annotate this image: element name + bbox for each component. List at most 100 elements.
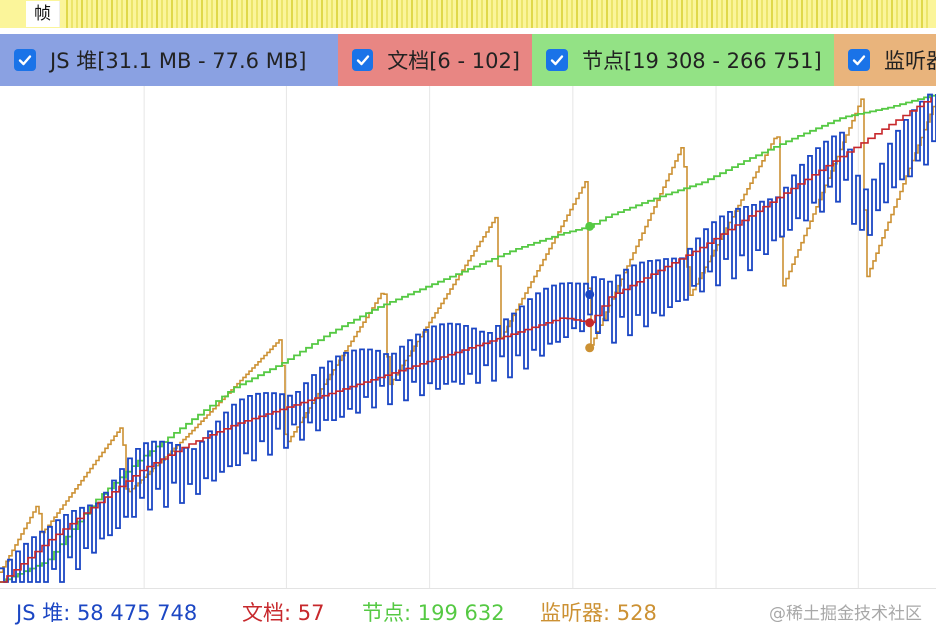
- frame-tick: [651, 0, 653, 28]
- frame-tick: [426, 0, 428, 28]
- frame-tick: [676, 0, 678, 28]
- frame-tick: [916, 0, 918, 28]
- frame-tick: [786, 0, 788, 28]
- frame-tick: [911, 0, 913, 28]
- frame-tick: [221, 0, 223, 28]
- frame-tick: [856, 0, 858, 28]
- frame-tick: [436, 0, 438, 28]
- frame-tick: [271, 0, 273, 28]
- frame-tick: [286, 0, 288, 28]
- frame-tick: [846, 0, 848, 28]
- documents-checkbox[interactable]: [352, 49, 374, 71]
- frame-tick: [781, 0, 783, 28]
- frame-tick: [191, 0, 193, 28]
- frame-tick: [341, 0, 343, 28]
- frame-tick: [111, 0, 113, 28]
- frame-tick: [181, 0, 183, 28]
- frame-tick: [586, 0, 588, 28]
- frame-tick: [521, 0, 523, 28]
- frame-tick: [276, 0, 278, 28]
- frame-tick: [826, 0, 828, 28]
- frames-track[interactable]: 帧: [0, 0, 936, 28]
- js-heap-checkbox[interactable]: [14, 49, 36, 71]
- readout-listeners: 监听器: 528: [540, 601, 657, 625]
- frame-tick: [851, 0, 853, 28]
- legend-item-listeners[interactable]: 监听器: [834, 34, 936, 86]
- frame-tick: [96, 0, 98, 28]
- memory-chart[interactable]: [0, 86, 936, 588]
- frame-tick: [741, 0, 743, 28]
- frame-tick: [886, 0, 888, 28]
- frame-tick: [311, 0, 313, 28]
- frame-tick: [926, 0, 928, 28]
- watermark: @稀土掘金技术社区: [769, 604, 922, 624]
- frame-tick: [616, 0, 618, 28]
- frame-tick: [306, 0, 308, 28]
- frame-tick: [326, 0, 328, 28]
- frame-tick: [641, 0, 643, 28]
- frame-tick: [756, 0, 758, 28]
- legend-item-documents[interactable]: 文档[6 - 102]: [338, 34, 532, 86]
- frame-tick: [161, 0, 163, 28]
- frame-tick: [771, 0, 773, 28]
- frame-tick: [871, 0, 873, 28]
- frame-tick: [116, 0, 118, 28]
- series-documents-line: [0, 97, 932, 583]
- frame-tick: [831, 0, 833, 28]
- frame-tick: [691, 0, 693, 28]
- frame-tick: [726, 0, 728, 28]
- frame-tick: [476, 0, 478, 28]
- frame-tick: [196, 0, 198, 28]
- frame-tick: [121, 0, 123, 28]
- frame-tick: [401, 0, 403, 28]
- legend-label-listeners: 监听器: [884, 49, 936, 73]
- listeners-checkbox[interactable]: [848, 49, 870, 71]
- frame-tick: [666, 0, 668, 28]
- frame-tick: [106, 0, 108, 28]
- frame-tick: [451, 0, 453, 28]
- frame-tick: [906, 0, 908, 28]
- frame-tick: [556, 0, 558, 28]
- nodes-checkbox[interactable]: [546, 49, 568, 71]
- frame-tick: [656, 0, 658, 28]
- frame-tick: [701, 0, 703, 28]
- frame-tick: [421, 0, 423, 28]
- frame-tick: [526, 0, 528, 28]
- frame-tick: [296, 0, 298, 28]
- frame-tick: [896, 0, 898, 28]
- frames-ticks: [66, 0, 928, 28]
- frame-tick: [156, 0, 158, 28]
- frame-tick: [376, 0, 378, 28]
- frame-tick: [791, 0, 793, 28]
- frame-tick: [841, 0, 843, 28]
- frame-tick: [216, 0, 218, 28]
- legend-label-js-heap: JS 堆[31.1 MB - 77.6 MB]: [50, 49, 307, 73]
- frame-tick: [506, 0, 508, 28]
- frame-tick: [901, 0, 903, 28]
- legend-label-nodes: 节点[19 308 - 266 751]: [582, 49, 822, 73]
- frame-tick: [356, 0, 358, 28]
- frame-tick: [606, 0, 608, 28]
- checkmark-icon: [356, 55, 369, 66]
- frame-tick: [636, 0, 638, 28]
- frame-tick: [821, 0, 823, 28]
- frame-tick: [406, 0, 408, 28]
- frame-tick: [301, 0, 303, 28]
- frame-tick: [576, 0, 578, 28]
- frame-tick: [681, 0, 683, 28]
- frame-tick: [631, 0, 633, 28]
- legend-item-nodes[interactable]: 节点[19 308 - 266 751]: [532, 34, 834, 86]
- frame-tick: [626, 0, 628, 28]
- frame-tick: [501, 0, 503, 28]
- checkmark-icon: [18, 55, 32, 66]
- readout-documents: 文档: 57: [242, 601, 325, 625]
- frame-tick: [486, 0, 488, 28]
- frame-tick: [706, 0, 708, 28]
- frame-tick: [201, 0, 203, 28]
- frame-tick: [441, 0, 443, 28]
- frame-tick: [731, 0, 733, 28]
- frame-tick: [471, 0, 473, 28]
- legend-item-js-heap[interactable]: JS 堆[31.1 MB - 77.6 MB]: [0, 34, 338, 86]
- frame-tick: [246, 0, 248, 28]
- frame-tick: [671, 0, 673, 28]
